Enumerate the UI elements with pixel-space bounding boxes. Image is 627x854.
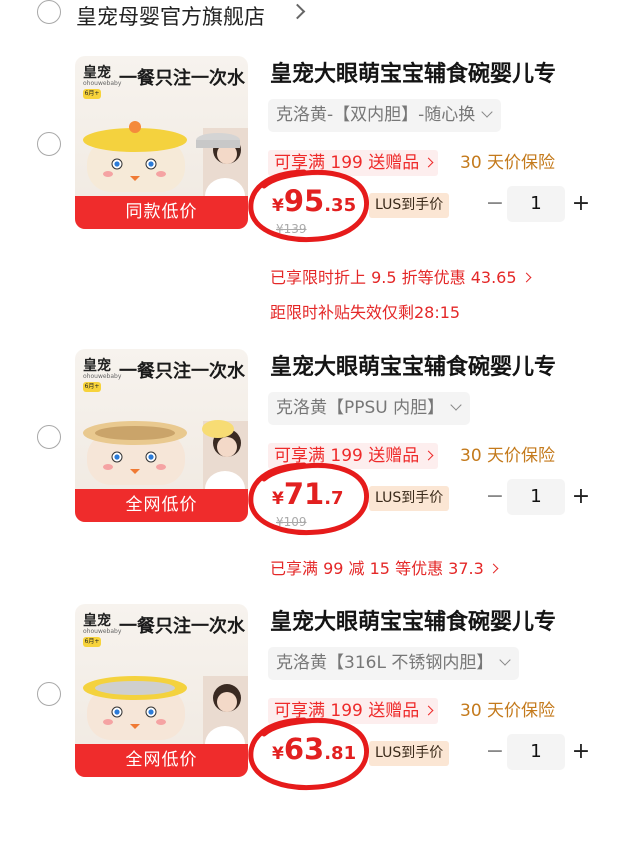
product-thumbnail[interactable]: 皇宠 ohouwebaby 6月+ 一餐只注一次水 同款低价 bbox=[75, 56, 248, 229]
product-thumbnail[interactable]: 皇宠 ohouwebaby 6月+ 一餐只注一次水 全网低价 bbox=[75, 349, 248, 522]
store-name[interactable]: 皇宠母婴官方旗舰店 bbox=[76, 1, 265, 31]
plus-price-tag: LUS到手价 bbox=[369, 486, 450, 511]
item-select-radio[interactable] bbox=[37, 132, 61, 156]
sku-selector[interactable]: 克洛黄-【双内胆】-随心换 bbox=[268, 99, 502, 132]
handdrawn-circle-annotation bbox=[248, 717, 370, 791]
cart-item: 皇宠 ohouwebaby 6月+ 一餐只注一次水 同款低价 皇宠大眼萌宝宝辅食… bbox=[0, 56, 627, 322]
thumb-slogan: 一餐只注一次水 bbox=[119, 616, 245, 637]
chevron-down-icon bbox=[450, 399, 462, 411]
thumb-brand-subtext: ohouwebaby bbox=[83, 373, 122, 380]
sku-label: 克洛黄【PPSU 内胆】 bbox=[276, 398, 445, 418]
thumb-brand-subtext: ohouwebaby bbox=[83, 628, 122, 635]
store-select-radio[interactable] bbox=[37, 0, 61, 24]
bowl-illustration bbox=[83, 420, 248, 490]
price-insurance-label: 30 天价保险 bbox=[460, 446, 556, 466]
chevron-right-icon bbox=[521, 272, 531, 283]
quantity-increase-button[interactable]: + bbox=[571, 191, 591, 217]
sku-label: 克洛黄【316L 不锈钢内胆】 bbox=[276, 653, 494, 673]
cart-item: 皇宠 ohouwebaby 6月+ 一餐只注一次水 全网低价 皇宠大眼萌宝宝辅食… bbox=[0, 604, 627, 854]
discount-label: 已享满 99 减 15 等优惠 37.3 bbox=[270, 559, 484, 578]
product-title[interactable]: 皇宠大眼萌宝宝辅食碗婴儿专 bbox=[270, 56, 590, 88]
quantity-value[interactable]: 1 bbox=[507, 479, 565, 515]
bowl-illustration bbox=[83, 676, 248, 745]
chevron-right-icon bbox=[423, 450, 434, 461]
discount-label: 已享限时折上 9.5 折等优惠 43.65 bbox=[270, 268, 517, 287]
quantity-increase-button[interactable]: + bbox=[571, 484, 591, 510]
countdown-label: 距限时补贴失效仅剩28:15 bbox=[270, 303, 461, 322]
item-select-radio[interactable] bbox=[37, 425, 61, 449]
chevron-down-icon bbox=[499, 654, 511, 666]
thumb-price-banner: 同款低价 bbox=[75, 196, 248, 229]
quantity-value[interactable]: 1 bbox=[507, 734, 565, 770]
handdrawn-circle-annotation bbox=[248, 462, 370, 536]
thumb-brand-subtext: ohouwebaby bbox=[83, 80, 122, 87]
discount-info[interactable]: 已享限时折上 9.5 折等优惠 43.65 bbox=[270, 264, 531, 288]
product-title[interactable]: 皇宠大眼萌宝宝辅食碗婴儿专 bbox=[270, 604, 590, 636]
chevron-down-icon bbox=[481, 106, 493, 118]
store-header: 皇宠母婴官方旗舰店 bbox=[0, 0, 627, 34]
price-insurance-label: 30 天价保险 bbox=[460, 153, 556, 173]
quantity-decrease-button[interactable]: − bbox=[485, 484, 505, 510]
plus-price-tag: LUS到手价 bbox=[369, 741, 450, 766]
thumb-age-badge: 6月+ bbox=[83, 89, 101, 99]
thumb-price-banner: 全网低价 bbox=[75, 489, 248, 522]
price-insurance-label: 30 天价保险 bbox=[460, 701, 556, 721]
thumb-age-badge: 6月+ bbox=[83, 637, 101, 647]
sku-label: 克洛黄-【双内胆】-随心换 bbox=[276, 105, 476, 125]
handdrawn-circle-annotation bbox=[248, 169, 370, 243]
bowl-illustration bbox=[83, 121, 248, 197]
chevron-right-icon bbox=[423, 157, 434, 168]
thumb-slogan: 一餐只注一次水 bbox=[119, 361, 245, 382]
thumb-brand-logo: 皇宠 bbox=[83, 613, 111, 629]
thumb-price-banner: 全网低价 bbox=[75, 744, 248, 777]
cart-item: 皇宠 ohouwebaby 6月+ 一餐只注一次水 全网低价 皇宠大眼萌宝宝辅食… bbox=[0, 349, 627, 599]
sku-selector[interactable]: 克洛黄【316L 不锈钢内胆】 bbox=[268, 647, 520, 680]
quantity-increase-button[interactable]: + bbox=[571, 739, 591, 765]
chevron-right-icon[interactable] bbox=[289, 3, 306, 20]
chevron-right-icon bbox=[488, 563, 499, 574]
thumb-slogan: 一餐只注一次水 bbox=[119, 68, 245, 89]
quantity-decrease-button[interactable]: − bbox=[485, 191, 505, 217]
product-title[interactable]: 皇宠大眼萌宝宝辅食碗婴儿专 bbox=[270, 349, 590, 381]
item-select-radio[interactable] bbox=[37, 682, 61, 706]
thumb-brand-logo: 皇宠 bbox=[83, 65, 111, 81]
quantity-value[interactable]: 1 bbox=[507, 186, 565, 222]
thumb-age-badge: 6月+ bbox=[83, 382, 101, 392]
quantity-decrease-button[interactable]: − bbox=[485, 739, 505, 765]
product-thumbnail[interactable]: 皇宠 ohouwebaby 6月+ 一餐只注一次水 全网低价 bbox=[75, 604, 248, 777]
thumb-brand-logo: 皇宠 bbox=[83, 358, 111, 374]
plus-price-tag: LUS到手价 bbox=[369, 193, 450, 218]
sku-selector[interactable]: 克洛黄【PPSU 内胆】 bbox=[268, 392, 471, 425]
chevron-right-icon bbox=[423, 705, 434, 716]
discount-info[interactable]: 已享满 99 减 15 等优惠 37.3 bbox=[270, 555, 499, 579]
